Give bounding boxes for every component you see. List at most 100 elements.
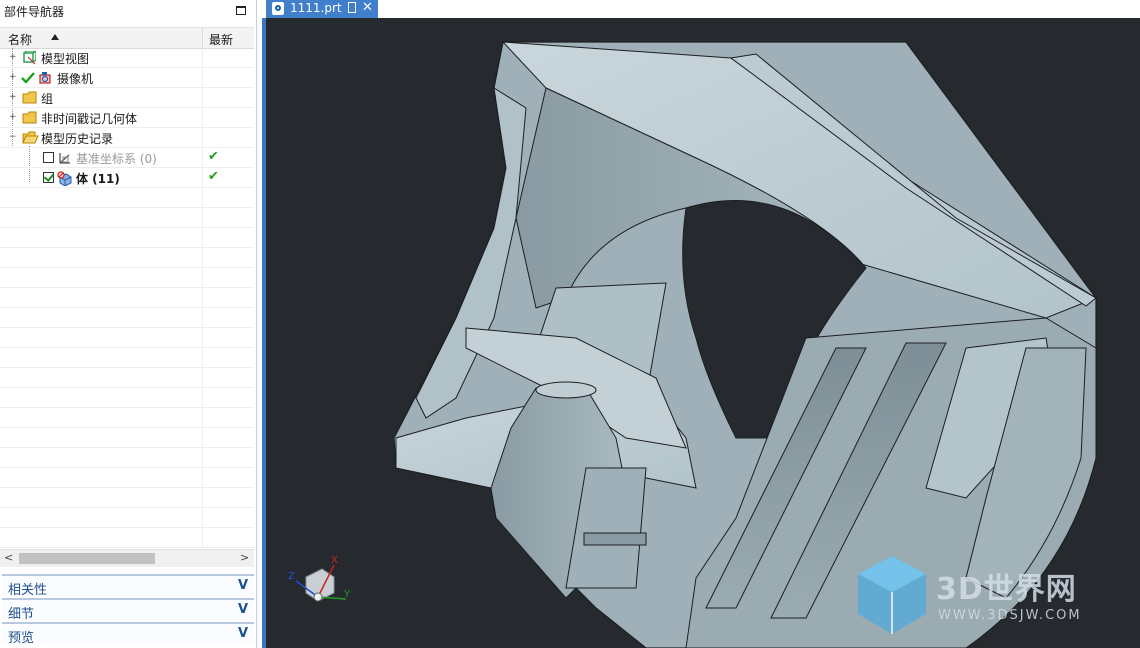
watermark-text: 3D世界网 [936,572,1077,607]
column-latest-header[interactable]: 最新 [209,31,233,48]
panel-label: 细节 [8,607,35,622]
watermark-logo-icon [858,556,926,634]
tree-row-unused-geometry[interactable]: + 非时间戳记几何体 [0,108,254,128]
document-tab-bar: 1111.prt ✕ [262,0,1140,18]
empty-row [0,208,254,228]
column-divider [202,308,203,328]
folder-icon [22,91,37,104]
horizontal-scrollbar[interactable]: < > [0,549,254,567]
column-divider [202,448,203,468]
column-divider [202,68,203,88]
column-divider [202,248,203,268]
chevron-down-icon[interactable]: V [238,626,248,641]
tree-item-label: 模型视图 [41,52,90,66]
folder-icon [22,111,37,124]
chevron-down-icon[interactable]: V [238,578,248,593]
expand-icon[interactable]: + [9,93,17,102]
column-divider[interactable] [202,28,203,48]
panel-label: 相关性 [8,583,48,598]
empty-row [0,188,254,208]
view-triad[interactable]: X Y Z [286,553,356,613]
empty-row [0,368,254,388]
tree-item-label: 摄像机 [57,72,94,86]
up-to-date-check-icon: ✔ [208,149,219,164]
triad-y-label: Y [343,589,351,600]
panel-details[interactable]: 细节 V [2,598,254,622]
column-divider [202,108,203,128]
checkmark-icon [21,72,35,84]
tree-item-label: 模型历史记录 [41,132,114,146]
column-divider [202,168,203,188]
part-navigator: 部件导航器 名称 最新 + 模型视图 + 摄像机 + 组 + 非时间戳记几何体 … [0,0,257,648]
empty-row [0,488,254,508]
column-divider [202,268,203,288]
expand-icon[interactable]: + [9,53,17,62]
empty-row [0,428,254,448]
body-checkbox[interactable] [43,172,54,183]
empty-row [0,348,254,368]
body-icon [57,171,72,186]
empty-row [0,508,254,528]
tree-header: 名称 最新 [0,27,254,49]
collapse-icon[interactable]: − [9,133,17,142]
triad-z-label: Z [288,571,295,582]
column-divider [202,428,203,448]
graphics-viewport[interactable]: X Y Z 3D世界网 WWW.3DSJW.COM [266,18,1140,648]
scrollbar-thumb[interactable] [19,553,155,564]
empty-row [0,388,254,408]
expand-icon[interactable]: + [9,113,17,122]
column-divider [202,368,203,388]
tree-row-model-views[interactable]: + 模型视图 [0,48,254,68]
tree-row-datum-csys[interactable]: 基准坐标系 (0) ✔ [0,148,254,168]
column-divider [202,388,203,408]
model-views-icon [23,51,36,65]
sort-ascending-icon[interactable] [51,34,59,40]
close-icon[interactable]: ✕ [362,0,373,15]
tree-item-label: 非时间戳记几何体 [41,112,138,126]
tree-item-label: 基准坐标系 (0) [76,152,157,166]
empty-row [0,528,254,548]
watermark-url: WWW.3DSJW.COM [938,608,1082,623]
column-divider [202,88,203,108]
camera-icon [39,72,51,84]
tab-1111-prt[interactable]: 1111.prt ✕ [266,0,378,18]
empty-row [0,268,254,288]
maximize-icon[interactable] [236,6,246,15]
empty-row [0,408,254,428]
tree-item-label: 体 (11) [76,172,120,186]
tree-row-cameras[interactable]: + 摄像机 [0,68,254,88]
column-name-header[interactable]: 名称 [8,31,32,48]
column-divider [202,228,203,248]
empty-row [0,228,254,248]
column-divider [202,188,203,208]
tree-view[interactable]: + 模型视图 + 摄像机 + 组 + 非时间戳记几何体 − 模型历史记录 基准坐… [0,48,254,548]
empty-row [0,448,254,468]
panel-dependencies[interactable]: 相关性 V [2,574,254,598]
empty-row [0,328,254,348]
tree-row-groups[interactable]: + 组 [0,88,254,108]
column-divider [202,348,203,368]
datum-csys-checkbox[interactable] [43,152,54,163]
expand-icon[interactable]: + [9,73,17,82]
part-file-icon [272,2,284,15]
scroll-right-icon[interactable]: > [240,551,249,564]
panel-preview[interactable]: 预览 V [2,622,254,646]
scroll-left-icon[interactable]: < [4,551,13,564]
column-divider [202,208,203,228]
column-divider [202,408,203,428]
modified-document-icon [348,2,356,13]
chevron-down-icon[interactable]: V [238,602,248,617]
tree-row-body[interactable]: 体 (11) ✔ [0,168,254,188]
column-divider [202,488,203,508]
datum-csys-icon [59,153,70,164]
tab-label: 1111.prt [290,1,342,15]
folder-open-icon [22,131,39,144]
column-divider [202,148,203,168]
tree-item-label: 组 [41,92,54,106]
column-divider [202,528,203,548]
column-divider [202,288,203,308]
empty-row [0,308,254,328]
column-divider [202,128,203,148]
column-divider [202,328,203,348]
tree-row-model-history[interactable]: − 模型历史记录 [0,128,254,148]
